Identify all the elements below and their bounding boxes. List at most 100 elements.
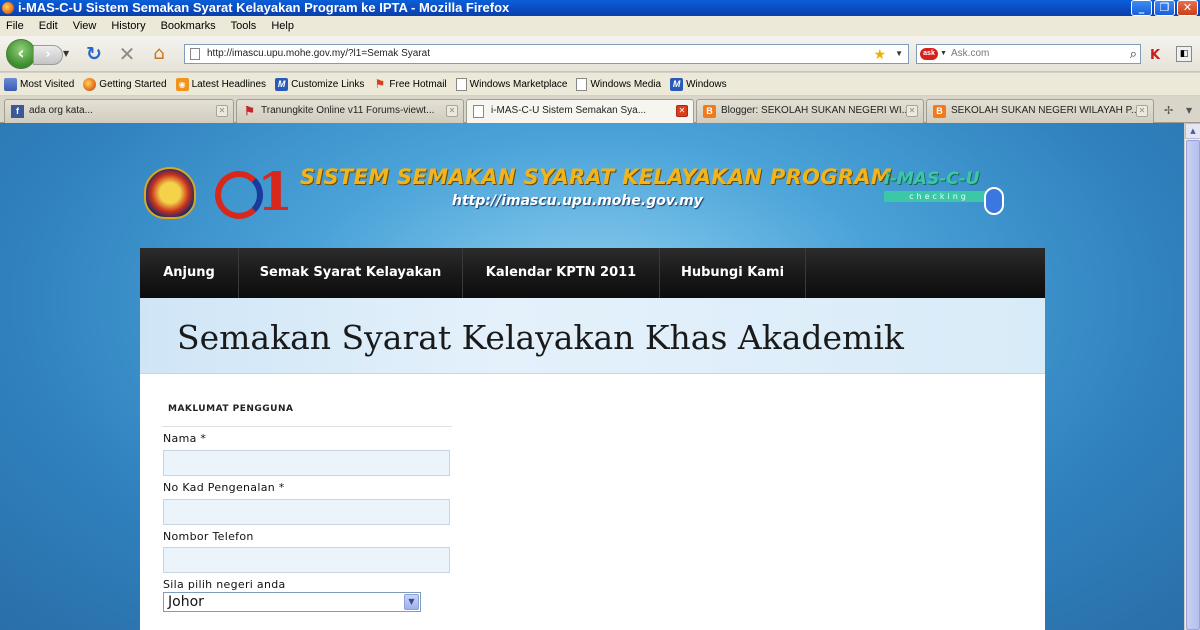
- phone-label: Nombor Telefon: [163, 530, 254, 543]
- mouse-icon: [984, 187, 1004, 215]
- minimize-button[interactable]: _: [1131, 0, 1152, 16]
- back-arrow-icon: ‹: [17, 43, 25, 64]
- 1malaysia-logo-icon: 1: [215, 163, 295, 223]
- stop-icon: ✕: [118, 42, 136, 66]
- tab-blogger-1[interactable]: B Blogger: SEKOLAH SUKAN NEGERI WI... ✕: [696, 99, 924, 123]
- blogger-icon: B: [703, 105, 716, 118]
- bookmark-windows-marketplace[interactable]: Windows Marketplace: [455, 77, 567, 91]
- forward-arrow-icon: ›: [45, 47, 51, 62]
- menu-bar: File Edit View History Bookmarks Tools H…: [0, 16, 1200, 36]
- search-placeholder: Ask.com: [951, 48, 990, 59]
- bookmark-latest-headlines[interactable]: ◉ Latest Headlines: [175, 77, 266, 91]
- forward-button[interactable]: ›: [33, 45, 63, 65]
- tab-blogger-2[interactable]: B SEKOLAH SUKAN NEGERI WILAYAH P... ✕: [926, 99, 1154, 123]
- page-icon: [455, 77, 467, 91]
- tab-close-icon[interactable]: ✕: [216, 105, 228, 117]
- scrollbar-thumb[interactable]: [1186, 140, 1200, 630]
- most-visited-icon: [4, 77, 17, 91]
- bookmark-getting-started[interactable]: Getting Started: [83, 77, 167, 91]
- page-title: Semakan Syarat Kelayakan Khas Akademik: [177, 318, 904, 357]
- page-viewport: 1 SISTEM SEMAKAN SYARAT KELAYAKAN PROGRA…: [0, 123, 1184, 630]
- tab-facebook[interactable]: f ada org kata... ✕: [4, 99, 234, 123]
- page-icon: [576, 77, 588, 91]
- nav-hubungi-kami[interactable]: Hubungi Kami: [660, 248, 806, 298]
- bookmark-customize-links[interactable]: M Customize Links: [275, 77, 364, 91]
- menu-history[interactable]: History: [111, 16, 145, 36]
- imascu-brand-sub: checking: [884, 191, 994, 202]
- reload-icon: ↻: [86, 43, 102, 65]
- imascu-logo: i-MAS-C-U checking: [884, 169, 1014, 219]
- tab-imascu[interactable]: i-MAS-C-U Sistem Semakan Sya... ✕: [466, 99, 694, 124]
- name-label: Nama *: [163, 432, 207, 445]
- search-bar[interactable]: ask ▼ Ask.com ⌕: [916, 44, 1141, 64]
- nav-anjung[interactable]: Anjung: [140, 248, 239, 298]
- state-label: Sila pilih negeri anda: [163, 578, 286, 591]
- tab-close-icon[interactable]: ✕: [446, 105, 458, 117]
- sidebar-toggle-icon[interactable]: ◧: [1176, 46, 1192, 62]
- maximize-button[interactable]: ❐: [1154, 0, 1175, 16]
- banner-url: http://imascu.upu.mohe.gov.my: [452, 193, 703, 209]
- history-dropdown-icon[interactable]: ▼: [63, 49, 69, 58]
- bookmark-windows[interactable]: M Windows: [670, 77, 727, 91]
- home-icon: ⌂: [153, 43, 165, 64]
- section-title: MAKLUMAT PENGGUNA: [168, 404, 294, 414]
- window-title-bar: i-MAS-C-U Sistem Semakan Syarat Kelayaka…: [0, 0, 1200, 16]
- nav-kalendar-kptn[interactable]: Kalendar KPTN 2011: [463, 248, 660, 298]
- windows-flag-icon: ⚑: [374, 76, 386, 91]
- window-controls: _ ❐ ✕: [1131, 0, 1198, 16]
- tab-tranungkite[interactable]: ⚑ Tranungkite Online v11 Forums-viewt...…: [236, 99, 464, 123]
- page-icon: [473, 105, 484, 118]
- close-button[interactable]: ✕: [1177, 0, 1198, 16]
- bookmark-star-icon[interactable]: ★: [873, 45, 886, 63]
- ic-label: No Kad Pengenalan *: [163, 481, 285, 494]
- menu-bookmarks[interactable]: Bookmarks: [161, 16, 216, 36]
- banner-title: SISTEM SEMAKAN SYARAT KELAYAKAN PROGRAM: [300, 165, 892, 189]
- tab-list-dropdown-icon[interactable]: ▼: [1186, 106, 1192, 115]
- menu-help[interactable]: Help: [271, 16, 294, 36]
- vertical-scrollbar[interactable]: ▲: [1184, 123, 1200, 630]
- chevron-down-icon[interactable]: ▼: [404, 594, 419, 610]
- back-button[interactable]: ‹: [6, 39, 36, 69]
- bookmark-free-hotmail[interactable]: ⚑ Free Hotmail: [373, 76, 447, 91]
- menu-edit[interactable]: Edit: [39, 16, 58, 36]
- menu-view[interactable]: View: [73, 16, 97, 36]
- tab-strip: f ada org kata... ✕ ⚑ Tranungkite Online…: [0, 96, 1200, 124]
- bookmarks-toolbar: Most Visited Getting Started ◉ Latest Hea…: [0, 73, 1200, 95]
- tranungkite-icon: ⚑: [244, 104, 255, 118]
- blogger-icon: B: [933, 105, 946, 118]
- site-header-banner: 1 SISTEM SEMAKAN SYARAT KELAYAKAN PROGRA…: [140, 153, 1020, 233]
- tab-close-icon[interactable]: ✕: [676, 105, 688, 117]
- state-select[interactable]: Johor ▼: [163, 592, 421, 612]
- ask-logo-icon[interactable]: ask: [920, 48, 938, 60]
- form-panel: MAKLUMAT PENGGUNA Nama * No Kad Pengenal…: [140, 374, 1045, 630]
- name-input[interactable]: [163, 450, 450, 476]
- reload-button[interactable]: ↻: [83, 43, 105, 65]
- address-bar[interactable]: http://imascu.upu.mohe.gov.my/?l1=Semak …: [184, 44, 909, 64]
- bookmark-most-visited[interactable]: Most Visited: [4, 77, 74, 91]
- tab-close-icon[interactable]: ✕: [906, 105, 918, 117]
- scroll-up-arrow-icon[interactable]: ▲: [1185, 123, 1200, 139]
- navigation-toolbar: ‹ › ▼ ↻ ✕ ⌂ http://imascu.upu.mohe.gov.m…: [0, 36, 1200, 72]
- page-heading-band: Semakan Syarat Kelayakan Khas Akademik: [140, 298, 1045, 374]
- msn-icon: M: [275, 77, 289, 91]
- ic-number-input[interactable]: [163, 499, 450, 525]
- menu-tools[interactable]: Tools: [231, 16, 257, 36]
- phone-input[interactable]: [163, 547, 450, 573]
- kaspersky-icon[interactable]: K: [1150, 48, 1160, 63]
- msn-icon: M: [670, 77, 684, 91]
- nav-semak-syarat[interactable]: Semak Syarat Kelayakan: [239, 248, 463, 298]
- state-selected-value: Johor: [168, 594, 204, 610]
- stop-button[interactable]: ✕: [116, 43, 138, 65]
- new-tab-icon[interactable]: ✢: [1164, 104, 1173, 117]
- address-url: http://imascu.upu.mohe.gov.my/?l1=Semak …: [207, 48, 430, 59]
- rss-icon: ◉: [175, 77, 189, 91]
- url-dropdown-icon[interactable]: ▼: [895, 45, 903, 63]
- tab-close-icon[interactable]: ✕: [1136, 105, 1148, 117]
- search-icon[interactable]: ⌕: [1130, 45, 1137, 63]
- bookmark-windows-media[interactable]: Windows Media: [576, 77, 661, 91]
- window-title: i-MAS-C-U Sistem Semakan Syarat Kelayaka…: [18, 0, 510, 15]
- home-button[interactable]: ⌂: [148, 43, 170, 65]
- page-icon: [190, 48, 200, 60]
- menu-file[interactable]: File: [6, 16, 24, 36]
- search-engine-dropdown-icon[interactable]: ▼: [940, 45, 947, 63]
